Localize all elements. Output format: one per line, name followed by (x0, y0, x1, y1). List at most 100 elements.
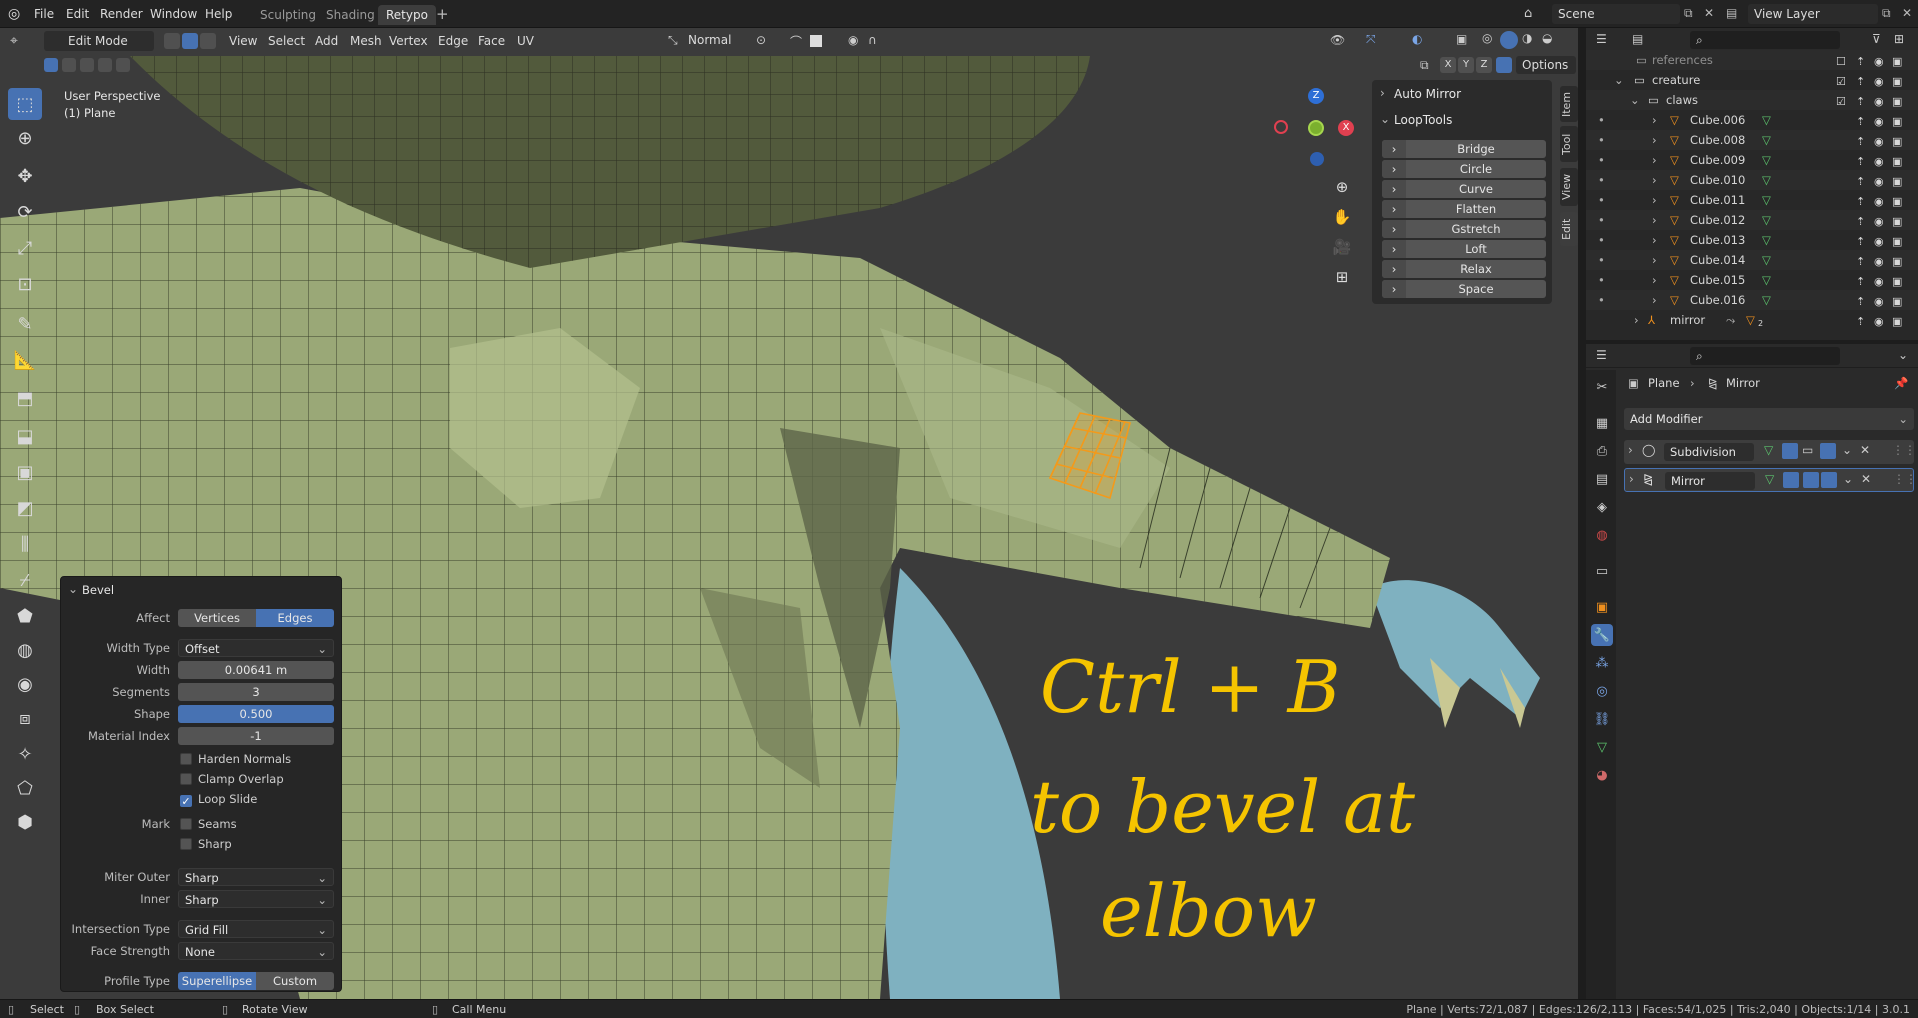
looptools-bridge[interactable]: › Bridge (1382, 140, 1546, 158)
copy-view-layer-icon[interactable]: ⧉ (1882, 6, 1891, 21)
menu-help[interactable]: Help (205, 5, 232, 23)
editor-type-icon[interactable]: ⌖ (10, 33, 18, 49)
filter-icon[interactable]: ⊽ (1872, 32, 1881, 46)
chevron-down-icon[interactable]: ⌄ (1842, 443, 1852, 457)
edit-cage-icon[interactable]: ▽ (1764, 443, 1773, 457)
scene-selector[interactable]: Scene (1552, 4, 1680, 24)
edge-slide-tool[interactable]: ⧈ (8, 702, 42, 734)
chevron-down-icon[interactable]: ⌄ (1898, 348, 1908, 362)
looptools-circle[interactable]: › Circle (1382, 160, 1546, 178)
menu-file[interactable]: File (34, 5, 54, 23)
spin-tool[interactable]: ◍ (8, 634, 42, 666)
gizmo-y-axis[interactable] (1308, 120, 1324, 136)
toggle-row[interactable]: ⇡ ◉ ▣ (1836, 232, 1916, 252)
menu-edit[interactable]: Edit (66, 5, 89, 23)
toggle-row[interactable]: ⇡ ◉ ▣ (1836, 212, 1916, 232)
seams-checkbox[interactable]: Seams (180, 816, 237, 832)
render-toggle[interactable] (1821, 472, 1837, 488)
loop-cut-tool[interactable]: ⫼ (8, 528, 42, 560)
clamp-overlap-checkbox[interactable]: Clamp Overlap (180, 771, 284, 787)
menu-edge[interactable]: Edge (438, 31, 468, 51)
menu-face[interactable]: Face (478, 31, 505, 51)
looptools-curve[interactable]: › Curve (1382, 180, 1546, 198)
add-workspace-icon[interactable]: + (436, 5, 449, 23)
menu-vertex[interactable]: Vertex (389, 31, 428, 51)
camera-icon[interactable]: 🎥 (1330, 232, 1354, 262)
properties-editor-icon[interactable]: ☰ (1596, 348, 1607, 362)
visibility-icon[interactable]: 👁 (1330, 33, 1345, 47)
looptools-gstretch[interactable]: › Gstretch (1382, 220, 1546, 238)
width-field[interactable]: 0.00641 m (178, 661, 334, 679)
toggle-row[interactable]: ☑ ⇡ ◉ ▣ (1836, 72, 1916, 92)
cursor-tool[interactable]: ⊕ (8, 122, 42, 154)
edit-mode-toggle[interactable] (1783, 472, 1799, 488)
harden-normals-checkbox[interactable]: Harden Normals (180, 751, 291, 767)
edge-select-icon[interactable] (182, 33, 198, 49)
material-tab-icon[interactable]: ◕ (1591, 764, 1613, 786)
toggle-row[interactable]: ⇡ ◉ ▣ (1836, 252, 1916, 272)
poly-build-tool[interactable]: ⬟ (8, 600, 42, 632)
gizmo-neg-z-axis[interactable] (1310, 152, 1324, 166)
transform-tool[interactable]: ⊡ (8, 268, 42, 300)
world-tab-icon[interactable]: ◍ (1591, 524, 1613, 546)
chevron-down-icon[interactable]: ⌄ (1843, 472, 1853, 486)
options-dropdown[interactable]: Options (1516, 56, 1576, 74)
falloff-icon[interactable]: ∩ (868, 33, 877, 47)
bevel-tool[interactable]: ◩ (8, 492, 42, 524)
collection-tab-icon[interactable]: ▭ (1591, 560, 1613, 582)
drag-handle-icon[interactable]: ⋮⋮ (1892, 443, 1916, 457)
menu-add[interactable]: Add (315, 31, 338, 51)
modifier-tab-icon[interactable]: 🔧 (1591, 624, 1613, 646)
viewport-toggle-icon[interactable]: ▭ (1802, 443, 1813, 457)
toggle-row[interactable]: ☐ ⇡ ◉ ▣ (1836, 52, 1916, 72)
proportional-edit-icon[interactable]: ◉ (848, 33, 858, 47)
face-select-icon[interactable] (200, 33, 216, 49)
edit-cage-icon[interactable]: ▽ (1765, 472, 1774, 486)
drag-handle-icon[interactable]: ⋮⋮ (1893, 472, 1917, 486)
subdivision-name-field[interactable]: Subdivision (1664, 443, 1754, 461)
ortho-grid-icon[interactable]: ⊞ (1330, 262, 1354, 292)
profile-superellipse-option[interactable]: Superellipse (178, 972, 256, 990)
axis-x-toggle[interactable]: X (1440, 57, 1456, 73)
looptools-loft[interactable]: › Loft (1382, 240, 1546, 258)
auto-merge-icon[interactable] (1496, 57, 1512, 73)
menu-view[interactable]: View (229, 31, 257, 51)
snap-icon[interactable]: ⌒ (790, 33, 802, 50)
outliner-editor-icon[interactable]: ☰ (1596, 32, 1607, 46)
tool-tab-icon[interactable]: ✂ (1591, 376, 1613, 398)
miter-outer-select[interactable]: Sharp ⌄ (178, 868, 334, 886)
toggle-row[interactable]: ⇡ ◉ ▣ (1836, 132, 1916, 152)
xray-icon[interactable]: ▣ (1456, 32, 1467, 46)
sharp-checkbox[interactable]: Sharp (180, 836, 232, 852)
axis-y-toggle[interactable]: Y (1458, 57, 1474, 73)
shading-material-icon[interactable]: ◑ (1522, 31, 1532, 45)
pivot-icon[interactable]: ⊙ (756, 33, 766, 47)
scale-tool[interactable]: ⤢ (8, 232, 42, 264)
view-layer-icon[interactable]: ▤ (1726, 6, 1737, 20)
face-strength-select[interactable]: None ⌄ (178, 942, 334, 960)
toggle-row[interactable]: ⇡ ◉ ▣ (1836, 312, 1916, 332)
modifier-subdivision[interactable]: › ◯ Subdivision ▽ ▭ ⌄ ✕ ⋮⋮ (1624, 440, 1916, 464)
delete-view-layer-icon[interactable]: ✕ (1902, 6, 1912, 20)
constraints-tab-icon[interactable]: ⛓ (1591, 708, 1613, 730)
new-collection-icon[interactable]: ⊞ (1894, 32, 1904, 46)
gizmo-toggle-icon[interactable]: ⤧ (1366, 32, 1376, 47)
blender-logo-icon[interactable]: ◎ (8, 6, 24, 22)
profile-custom-option[interactable]: Custom (256, 972, 334, 990)
gizmo-z-axis[interactable]: Z (1308, 88, 1324, 104)
data-tab-icon[interactable]: ▽ (1591, 736, 1613, 758)
copy-scene-icon[interactable]: ⧉ (1684, 6, 1693, 21)
smooth-tool[interactable]: ◉ (8, 668, 42, 700)
toggle-row[interactable]: ⇡ ◉ ▣ (1836, 152, 1916, 172)
extrude-tool[interactable]: ⬓ (8, 420, 42, 452)
zoom-icon[interactable]: ⊕ (1330, 172, 1354, 202)
mode-selector[interactable]: Edit Mode (44, 31, 154, 51)
scene-tab-icon[interactable]: ◈ (1591, 496, 1613, 518)
select-mode-subtract-icon[interactable] (80, 58, 94, 72)
scene-icon[interactable]: ⌂ (1524, 6, 1532, 21)
shading-solid-icon[interactable] (1500, 31, 1518, 49)
mirror-name-field[interactable]: Mirror (1665, 472, 1755, 490)
gizmo-x-axis[interactable]: X (1338, 120, 1354, 136)
intersection-type-select[interactable]: Grid Fill ⌄ (178, 920, 334, 938)
delete-scene-icon[interactable]: ✕ (1704, 6, 1714, 20)
